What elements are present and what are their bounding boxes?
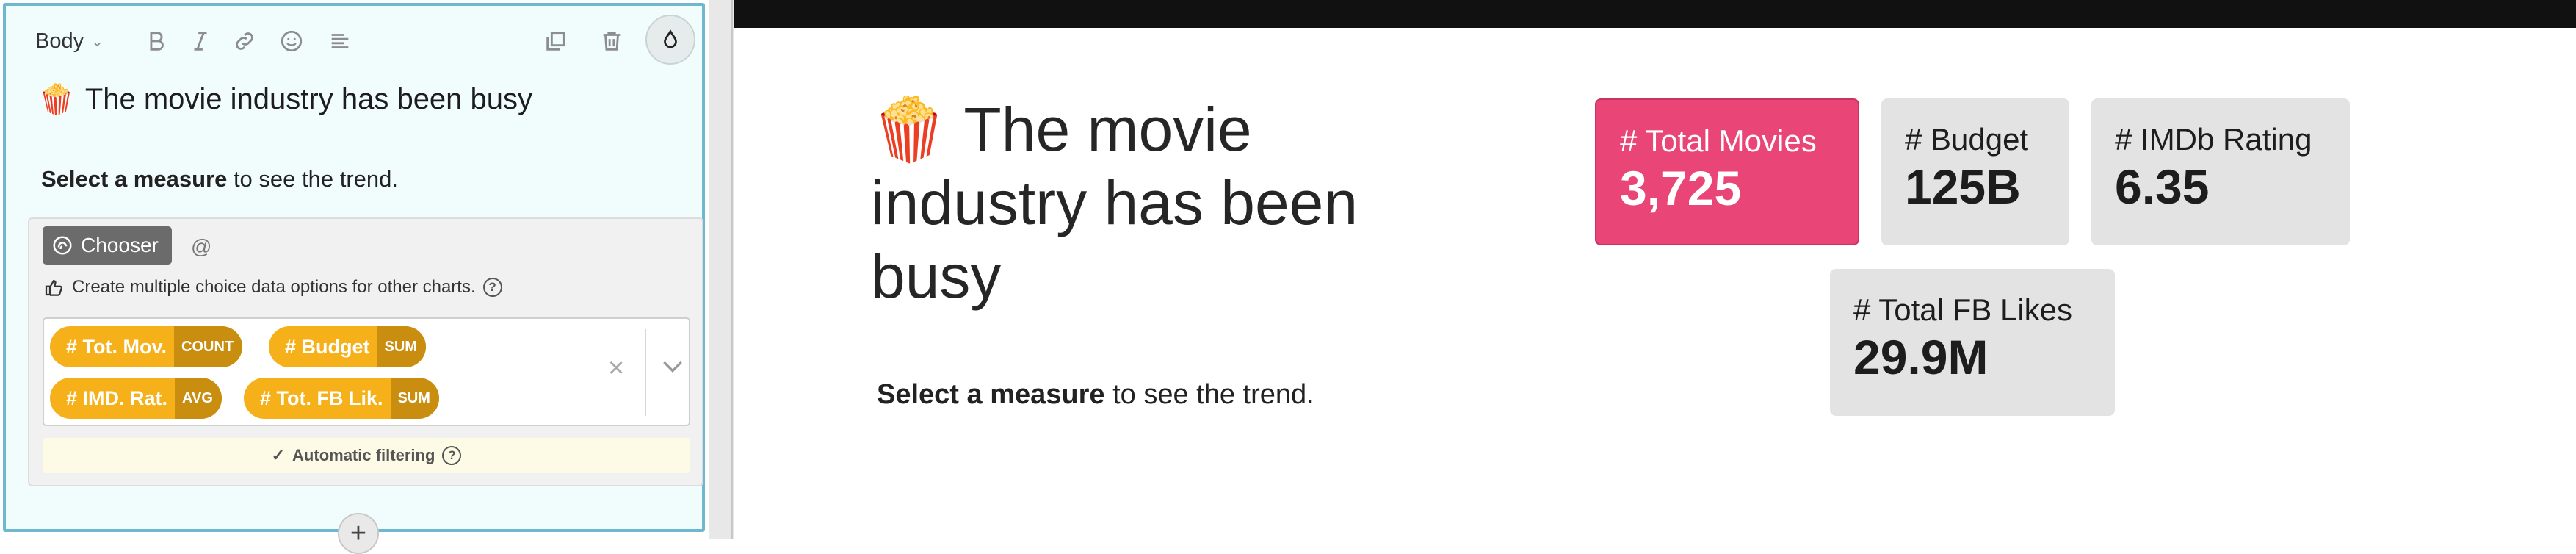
editor-subtitle-rest: to see the trend. (227, 166, 398, 192)
editor-subtitle-bold: Select a measure (41, 166, 228, 192)
help-icon[interactable]: ? (442, 446, 462, 465)
text-style-select[interactable]: Body ⌄ (35, 25, 104, 57)
kpi-label: # Total Movies (1620, 123, 1817, 158)
pointing-hand-icon (45, 280, 62, 296)
italic-icon[interactable] (188, 25, 213, 57)
block-editor-panel: Body ⌄ 🍿 The movie industry has been bus… (0, 0, 709, 554)
trash-icon[interactable] (599, 25, 624, 57)
preview-title: 🍿 The movie industry has been busy (871, 93, 1429, 313)
chip-imdb-rating[interactable]: # IMD. Rat. AVG (50, 378, 222, 419)
kpi-value: 125B (1905, 159, 2021, 214)
editor-card: Body ⌄ 🍿 The movie industry has been bus… (3, 3, 705, 532)
emoji-icon[interactable] (279, 25, 304, 57)
chooser-hint-text: Create multiple choice data options for … (72, 277, 476, 297)
chooser-label: Chooser (81, 234, 159, 256)
kpi-total-movies[interactable]: # Total Movies 3,725 (1595, 98, 1859, 245)
editor-subtitle[interactable]: Select a measure to see the trend. (41, 166, 398, 193)
kpi-value: 6.35 (2115, 159, 2210, 214)
panel-splitter[interactable] (709, 0, 734, 539)
editor-toolbar: Body ⌄ (6, 6, 702, 73)
chip-label: # Tot. Mov. (66, 335, 167, 358)
duplicate-icon[interactable] (543, 25, 568, 57)
preview-subtitle: Select a measure to see the trend. (877, 379, 1314, 411)
kpi-value: 3,725 (1620, 161, 1742, 215)
editor-title-text: The movie industry has been busy (84, 83, 533, 115)
preview-panel: 🍿 The movie industry has been busy Selec… (734, 0, 2576, 539)
plus-icon[interactable]: + (338, 513, 379, 554)
measure-select[interactable]: # Tot. Mov. COUNT # Budget SUM # IMD. Ra… (43, 317, 690, 426)
kpi-budget[interactable]: # Budget 125B (1881, 98, 2069, 245)
check-icon: ✓ (271, 446, 286, 464)
close-icon[interactable]: × (608, 353, 624, 384)
chip-aggregation: AVG (175, 378, 222, 419)
chooser-icon (53, 236, 72, 255)
kpi-total-fb-likes[interactable]: # Total FB Likes 29.9M (1830, 269, 2115, 416)
chip-aggregation: SUM (390, 378, 439, 419)
kpi-imdb-rating[interactable]: # IMDb Rating 6.35 (2091, 98, 2350, 245)
chip-budget[interactable]: # Budget SUM (269, 326, 426, 367)
chevron-down-icon[interactable] (658, 351, 687, 381)
water-drop-icon[interactable] (645, 15, 695, 65)
chevron-down-icon: ⌄ (91, 33, 104, 50)
preview-subtitle-bold: Select a measure (877, 379, 1105, 410)
text-style-label: Body (35, 29, 84, 53)
kpi-label: # Total FB Likes (1853, 292, 2073, 327)
chooser-block: Chooser @ Create multiple choice data op… (28, 217, 703, 486)
chooser-hint: Create multiple choice data options for … (43, 276, 502, 298)
preview-top-bar (734, 0, 2576, 28)
chip-total-movies[interactable]: # Tot. Mov. COUNT (50, 326, 243, 367)
popcorn-icon: 🍿 (38, 84, 75, 116)
select-divider (645, 329, 646, 416)
chip-aggregation: SUM (377, 326, 426, 367)
kpi-label: # Budget (1905, 122, 2029, 157)
preview-subtitle-rest: to see the trend. (1104, 379, 1314, 410)
automatic-filtering-label: Automatic filtering (292, 446, 435, 464)
mention-at-icon[interactable]: @ (191, 235, 211, 259)
chip-label: # Budget (285, 335, 370, 358)
popcorn-icon: 🍿 (871, 95, 948, 164)
help-icon[interactable]: ? (482, 278, 502, 297)
chip-aggregation: COUNT (174, 326, 243, 367)
kpi-value: 29.9M (1853, 330, 1989, 384)
editor-title[interactable]: 🍿 The movie industry has been busy (38, 82, 532, 117)
chip-total-fb-likes[interactable]: # Tot. FB Lik. SUM (244, 378, 439, 419)
automatic-filtering-toggle[interactable]: ✓ Automatic filtering ? (43, 438, 690, 473)
kpi-label: # IMDb Rating (2115, 122, 2312, 157)
chip-label: # IMD. Rat. (66, 386, 168, 409)
chip-label: # Tot. FB Lik. (260, 386, 383, 409)
align-icon[interactable] (328, 25, 352, 57)
chooser-button[interactable]: Chooser (43, 226, 172, 265)
link-icon[interactable] (232, 25, 257, 57)
bold-icon[interactable] (144, 25, 169, 57)
